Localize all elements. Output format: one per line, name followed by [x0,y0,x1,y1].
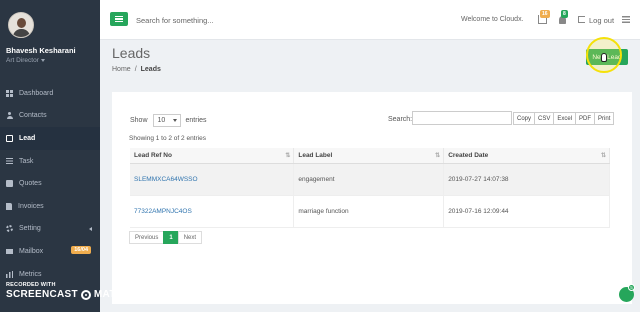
sidebar-item-mailbox[interactable]: Mailbox 16/04 [0,240,100,263]
settings-icon [6,225,13,233]
page-1-button[interactable]: 1 [163,231,179,244]
column-header-lead-ref[interactable]: Lead Ref No ⇅ [130,148,295,164]
lead-ref-link[interactable]: 77322AMPNJC4OS [130,195,295,228]
new-lead-button[interactable]: New Lead [586,49,628,65]
user-profile: Bhavesh Kesharani Art Director [0,0,100,78]
table-search-input[interactable] [412,111,512,125]
breadcrumb-home[interactable]: Home [112,66,131,73]
sidebar-item-label: Setting [19,225,41,233]
sidebar-item-contacts[interactable]: Contacts [0,105,100,128]
invoices-icon [6,202,12,210]
bell-badge: 8 [561,10,568,18]
breadcrumb: Home / Leads [112,66,161,73]
menu-toggle-button[interactable] [110,12,128,26]
sidebar-item-label: Lead [19,134,36,142]
pagination: Previous 1 Next [129,231,203,244]
watermark-left: SCREENCAST [6,289,78,300]
column-header-lead-label[interactable]: Lead Label ⇅ [293,148,445,164]
sidebar-item-label: Invoices [18,202,44,210]
sidebar-item-label: Task [19,157,34,165]
watermark-line1: RECORDED WITH [6,282,56,288]
sidebar-item-label: Mailbox [19,247,44,255]
metrics-icon [6,270,13,278]
sort-icon: ⇅ [285,153,290,159]
task-icon [6,157,13,165]
chevron-down-icon [172,119,177,122]
entries-label: entries [185,117,207,124]
table-row: 77322AMPNJC4OS marriage function 2019-07… [130,195,610,228]
sidebar-item-label: Quotes [19,180,42,188]
chevron-down-icon [40,58,45,62]
leads-table: Lead Ref No ⇅ Lead Label ⇅ Created Date ⇅ S… [130,148,610,228]
page-title: Leads [112,45,151,61]
sidebar-item-dashboard[interactable]: Dashboard [0,82,100,105]
inbox-badge: 16 [540,10,550,18]
sidebar-item-setting[interactable]: Setting [0,218,100,241]
table-info: Showing 1 to 2 of 2 entries [129,135,206,142]
top-bar: Search for something... Welcome to Cloud… [100,0,640,40]
copy-button[interactable]: Copy [513,112,536,125]
sidebar-item-lead[interactable]: Lead [0,127,100,150]
sidebar-item-label: Metrics [19,270,42,278]
sidebar-item-label: Contacts [19,112,47,120]
sort-icon: ⇅ [435,153,440,159]
sidebar-item-quotes[interactable]: Quotes [0,172,100,195]
column-header-created-date[interactable]: Created Date ⇅ [443,148,610,164]
export-buttons: Copy CSV Excel PDF Print [513,112,615,125]
length-control: Show 10 entries [130,114,207,127]
csv-button[interactable]: CSV [534,112,555,125]
logout-icon[interactable] [578,16,585,23]
chat-badge: 5 [628,284,635,291]
table-cell: 2019-07-16 12:09:44 [443,195,610,228]
mouse-cursor-icon [601,53,607,62]
table-row: SLEMMXCA64WSSO engagement 2019-07-27 14:… [130,163,610,196]
sort-icon: ⇅ [600,153,606,159]
excel-button[interactable]: Excel [553,112,577,125]
user-role: Art Director [6,57,39,64]
chevron-left-icon [89,226,92,231]
leads-panel: Show 10 entries Search: Copy CSV Excel P… [112,92,632,304]
breadcrumb-current: Leads [140,66,161,73]
table-cell: marriage function [293,195,445,228]
user-name: Bhavesh Kesharani [6,46,76,55]
welcome-text: Welcome to Cloudx. [461,16,524,23]
hamburger-icon[interactable] [622,16,630,23]
quotes-icon [6,180,13,188]
search-input[interactable]: Search for something... [136,16,214,25]
table-cell: engagement [293,163,445,196]
sidebar-item-task[interactable]: Task [0,150,100,173]
screencast-watermark: RECORDED WITH SCREENCAST MATIC [6,282,126,300]
mail-icon [6,249,13,255]
sidebar-item-invoices[interactable]: Invoices [0,195,100,218]
breadcrumb-separator: / [134,66,137,73]
sidebar-item-label: Dashboard [19,89,54,97]
dashboard-icon [6,89,13,97]
length-select[interactable]: 10 [152,114,181,127]
previous-button[interactable]: Previous [129,231,165,244]
table-cell: 2019-07-27 14:07:38 [443,163,610,196]
lead-ref-link[interactable]: SLEMMXCA64WSSO [130,163,295,196]
contacts-icon [6,112,13,120]
avatar[interactable] [8,12,34,38]
next-button[interactable]: Next [177,231,203,244]
search-label: Search: [388,116,413,123]
user-role-dropdown[interactable]: Art Director [6,57,94,64]
mailbox-badge: 16/04 [71,246,91,255]
lead-icon [6,134,13,142]
print-button[interactable]: Print [594,112,615,125]
show-label: Show [130,117,148,124]
screencast-logo-icon [80,289,91,300]
sidebar-nav: Dashboard Contacts Lead Task Quotes Invo… [0,82,100,285]
pdf-button[interactable]: PDF [575,112,596,125]
sidebar: Bhavesh Kesharani Art Director Dashboard… [0,0,126,312]
logout-link[interactable]: Log out [589,16,614,25]
